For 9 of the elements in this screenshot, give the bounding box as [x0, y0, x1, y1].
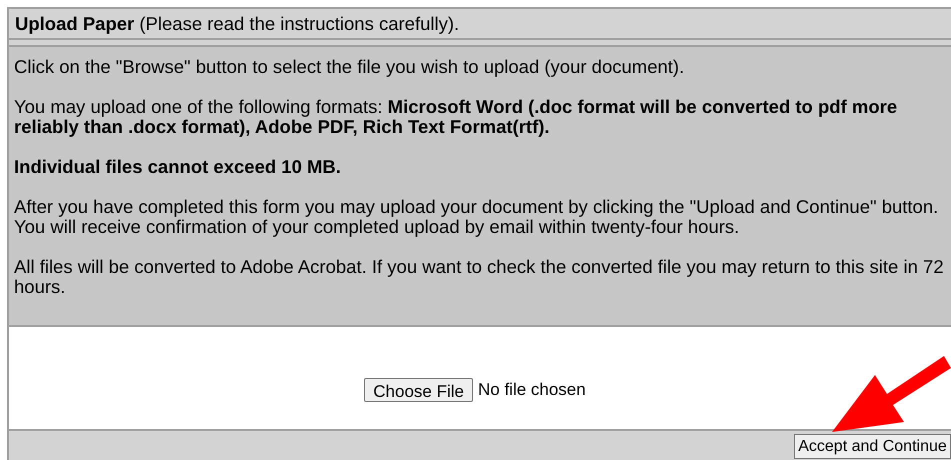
instruction-text: All files will be converted to Adobe Acrobat. If you want to check the converted file you may return to this site in 72 hours.	[14, 257, 945, 297]
page-title: Upload Paper (Please read the instructions carefully).	[15, 12, 460, 36]
choose-file-button[interactable]: Choose File	[364, 378, 473, 402]
file-status: No file chosen	[478, 379, 586, 402]
instruction-text: After you have completed this form you may upload your document by clicking the "Upload and Continue" button. You will receive confirmation of your completed upload by email within twenty-four hours.	[14, 197, 940, 237]
instruction-text: Click on the "Browse" button to select the file you wish to upload (your document).	[14, 57, 686, 77]
instruction-text: You may upload one of the following formats: Microsoft Word (.doc format will be converted to pdf more reliably than .docx format), Adobe PDF, Rich Text Format(rtf).	[14, 97, 898, 137]
instruction-text: Individual files cannot exceed 10 MB.	[14, 157, 342, 177]
accept-continue-button[interactable]: Accept and Continue	[794, 434, 951, 459]
